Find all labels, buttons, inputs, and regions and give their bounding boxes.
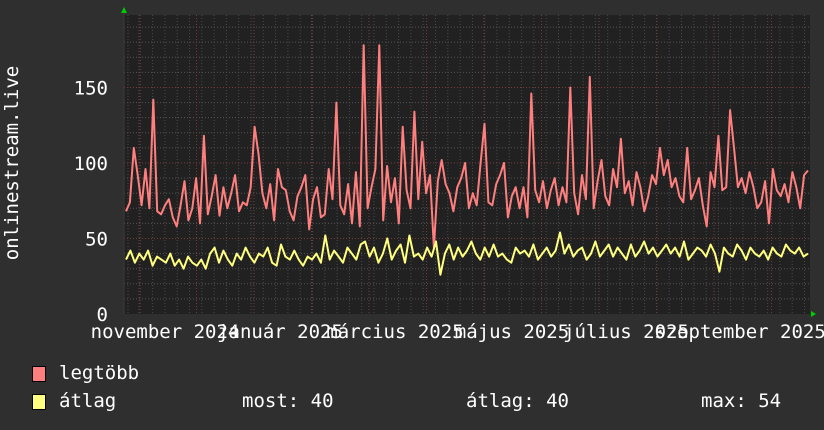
legend-swatch-avg (32, 394, 46, 410)
legend-label-max: legtöbb (59, 362, 140, 384)
y-tick-label: 100 (74, 153, 108, 175)
y-tick-label: 50 (85, 228, 108, 250)
x-tick-label: március 2025 (326, 321, 463, 343)
y-axis-arrow (121, 7, 127, 13)
y-tick-label: 150 (74, 77, 108, 99)
stat-now: most: 40 (242, 390, 334, 412)
stat-max: max: 54 (701, 390, 782, 412)
y-axis-title: onlinestream.live (1, 65, 23, 261)
x-tick-label: szeptember 2025 (654, 321, 824, 343)
x-tick-label: január 2025 (217, 321, 343, 343)
x-axis-arrow (811, 311, 816, 317)
stat-avg: átlag: 40 (466, 390, 569, 412)
legend-swatch-max (32, 366, 46, 382)
x-tick-label: május 2025 (455, 321, 569, 343)
legend-label-avg: átlag (59, 390, 117, 412)
